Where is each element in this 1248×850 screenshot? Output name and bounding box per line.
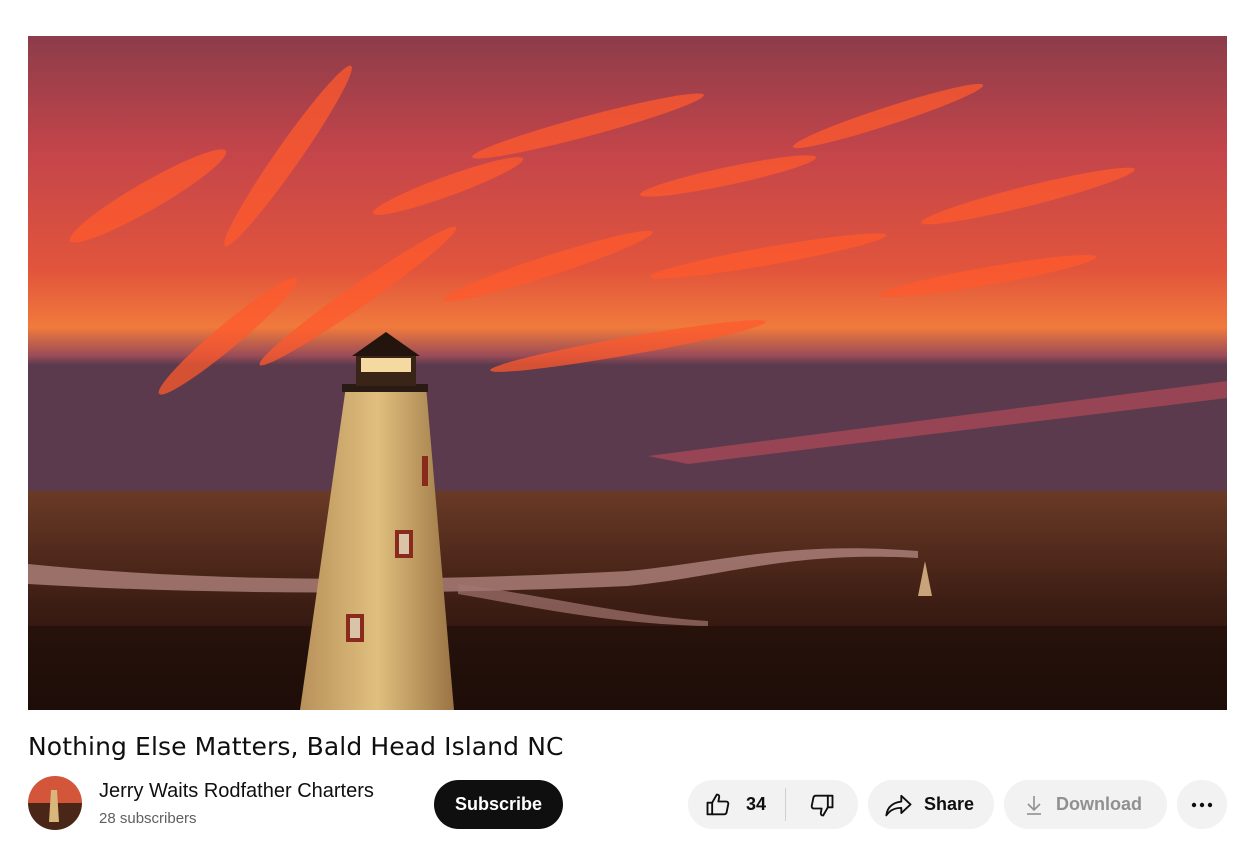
- channel-avatar[interactable]: [28, 776, 82, 830]
- like-button[interactable]: 34: [688, 780, 785, 829]
- share-button[interactable]: Share: [868, 780, 994, 829]
- channel-name[interactable]: Jerry Waits Rodfather Charters: [99, 780, 374, 803]
- download-button[interactable]: Download: [1004, 780, 1167, 829]
- share-arrow-icon: [884, 791, 914, 819]
- video-frame: [28, 36, 1227, 710]
- video-player[interactable]: [28, 36, 1227, 710]
- thumbs-down-icon: [808, 791, 836, 819]
- download-label: Download: [1056, 794, 1142, 814]
- subscriber-count: 28 subscribers: [99, 810, 197, 827]
- more-horizontal-icon: [1190, 801, 1214, 809]
- like-count: 34: [746, 794, 767, 814]
- subscribe-button[interactable]: Subscribe: [434, 780, 563, 829]
- more-actions-button[interactable]: [1177, 780, 1227, 829]
- thumbs-up-icon: [704, 791, 732, 819]
- video-title: Nothing Else Matters, Bald Head Island N…: [28, 732, 564, 761]
- like-dislike-group: 34: [688, 780, 858, 829]
- share-label: Share: [924, 794, 975, 814]
- dislike-button[interactable]: [786, 780, 858, 829]
- download-icon: [1024, 793, 1044, 817]
